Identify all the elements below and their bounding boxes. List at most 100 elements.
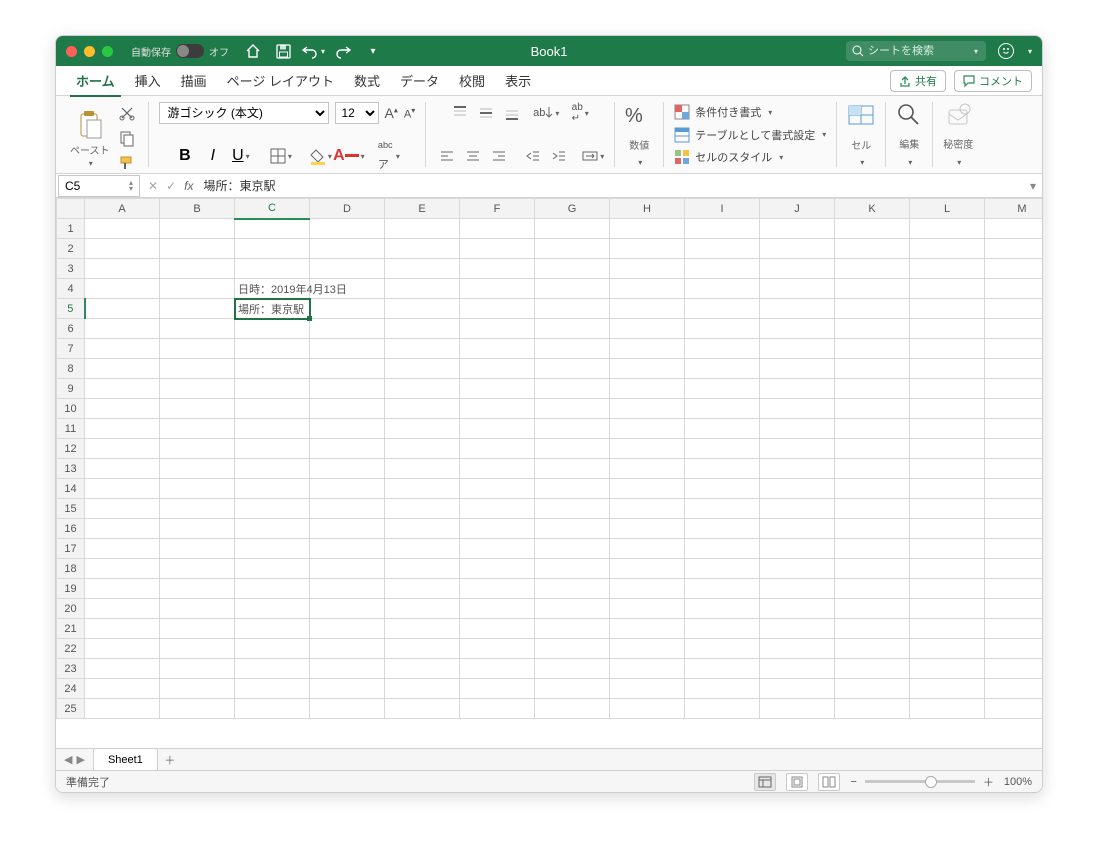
row-header[interactable]: 19 [57,579,85,599]
column-header[interactable]: A [85,199,160,219]
share-button[interactable]: 共有 [890,70,946,92]
row-header[interactable]: 9 [57,379,85,399]
cell[interactable] [85,479,160,499]
search-box[interactable]: ▾ [846,41,986,61]
account-menu-icon[interactable]: ▾ [1028,47,1032,56]
cell[interactable] [460,579,535,599]
cell[interactable] [85,499,160,519]
cell[interactable] [760,499,835,519]
sheet-nav-next-icon[interactable]: ▶ [76,753,84,766]
column-header[interactable]: J [760,199,835,219]
cell[interactable] [760,219,835,239]
cell[interactable] [610,519,685,539]
cell[interactable] [460,679,535,699]
cell[interactable] [310,699,385,719]
cell[interactable] [760,239,835,259]
cell[interactable] [310,499,385,519]
cell[interactable] [685,439,760,459]
row-header[interactable]: 13 [57,459,85,479]
select-all-cell[interactable] [57,199,85,219]
search-input[interactable] [868,45,968,57]
cell[interactable] [760,439,835,459]
cell[interactable] [985,359,1043,379]
cell[interactable] [910,259,985,279]
cell[interactable] [835,319,910,339]
cell[interactable] [835,279,910,299]
cell[interactable] [685,659,760,679]
cell[interactable] [910,679,985,699]
formula-input[interactable]: 場所：東京駅 [199,177,1024,194]
align-center-icon[interactable] [462,145,484,167]
cell[interactable] [760,459,835,479]
cell[interactable] [535,339,610,359]
cell[interactable] [385,399,460,419]
bold-button[interactable]: B [174,145,196,167]
cell[interactable] [160,579,235,599]
cell[interactable] [760,619,835,639]
cell[interactable] [385,639,460,659]
zoom-control[interactable]: − ＋ [850,774,993,790]
row-header[interactable]: 16 [57,519,85,539]
cell[interactable] [685,399,760,419]
column-header[interactable]: K [835,199,910,219]
cell[interactable] [160,479,235,499]
cell[interactable] [910,359,985,379]
cell[interactable] [310,359,385,379]
cell[interactable] [235,659,310,679]
row-header[interactable]: 6 [57,319,85,339]
row-header[interactable]: 3 [57,259,85,279]
cell[interactable] [85,259,160,279]
cell[interactable] [910,519,985,539]
cell[interactable] [835,259,910,279]
cell[interactable] [460,519,535,539]
cell[interactable] [85,339,160,359]
cell[interactable] [835,299,910,319]
cell[interactable] [760,379,835,399]
cell[interactable] [385,279,460,299]
cell[interactable] [985,279,1043,299]
column-header[interactable]: B [160,199,235,219]
cell[interactable] [760,519,835,539]
cell[interactable] [310,599,385,619]
cell[interactable] [985,379,1043,399]
cell[interactable] [760,259,835,279]
cell[interactable] [235,339,310,359]
cell[interactable] [310,559,385,579]
cell[interactable] [160,659,235,679]
cell[interactable] [535,619,610,639]
zoom-in-button[interactable]: ＋ [983,774,994,790]
fill-color-button[interactable]: ▾ [310,145,332,167]
cell[interactable] [985,559,1043,579]
cell[interactable] [310,439,385,459]
close-window-button[interactable] [66,46,77,57]
cell[interactable] [460,279,535,299]
cell[interactable] [310,379,385,399]
cell[interactable] [385,259,460,279]
cell[interactable] [310,539,385,559]
autosave-toggle[interactable]: 自動保存 オフ [131,44,229,59]
cell[interactable] [460,339,535,359]
cell[interactable] [685,499,760,519]
cell[interactable] [235,619,310,639]
cell[interactable] [760,419,835,439]
cell[interactable] [460,219,535,239]
cell[interactable] [910,319,985,339]
row-header[interactable]: 7 [57,339,85,359]
cell[interactable] [310,419,385,439]
cell[interactable] [610,279,685,299]
row-header[interactable]: 20 [57,599,85,619]
cell[interactable] [910,459,985,479]
cell[interactable] [985,699,1043,719]
cell[interactable] [985,219,1043,239]
cell[interactable] [235,579,310,599]
tab-data[interactable]: データ [390,66,449,96]
cell[interactable] [160,279,235,299]
cell[interactable] [985,659,1043,679]
cell[interactable] [610,499,685,519]
cell[interactable] [835,459,910,479]
cell[interactable] [385,319,460,339]
cell[interactable] [610,359,685,379]
cell[interactable] [835,639,910,659]
cell[interactable] [310,579,385,599]
align-right-icon[interactable] [488,145,510,167]
